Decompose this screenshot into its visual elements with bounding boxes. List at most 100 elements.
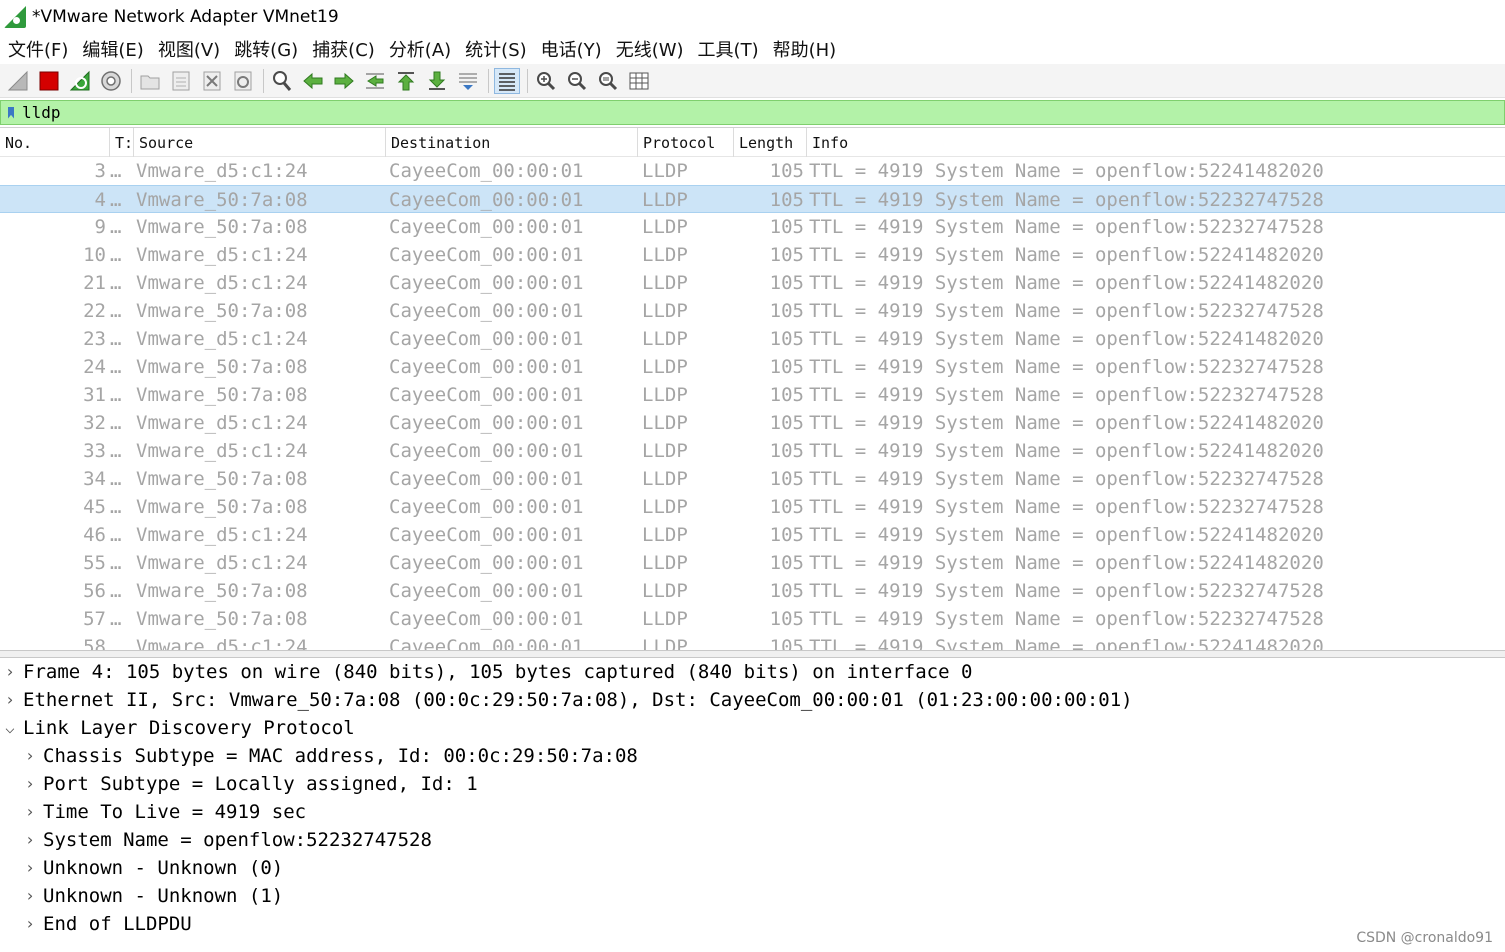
detail-tree-item[interactable]: › Chassis Subtype = MAC address, Id: 00:0…: [0, 742, 1505, 770]
chevron-right-icon[interactable]: ›: [22, 826, 38, 854]
packet-source: Vmware_50:7a:08: [136, 356, 308, 378]
packet-source: Vmware_50:7a:08: [136, 216, 308, 238]
packet-row[interactable]: 31… Vmware_50:7a:08 CayeeCom_00:00:01 LLDP 1…: [0, 381, 1505, 409]
packet-destination: CayeeCom_00:00:01: [389, 496, 584, 518]
detail-tree-item[interactable]: › End of LLDPDU: [0, 910, 1505, 938]
chevron-right-icon[interactable]: ›: [22, 742, 38, 770]
menu-view[interactable]: 视图(V): [152, 36, 228, 62]
packet-length: 105: [769, 412, 804, 434]
detail-tree-label: Frame 4: 105 bytes on wire (840 bits), 1…: [23, 661, 973, 683]
colorize-icon[interactable]: [494, 67, 520, 94]
capture-options-icon[interactable]: [98, 68, 124, 94]
packet-row[interactable]: 56… Vmware_50:7a:08 CayeeCom_00:00:01 LLDP 1…: [0, 577, 1505, 605]
menu-statistics[interactable]: 统计(S): [459, 36, 534, 62]
go-forward-icon[interactable]: [331, 68, 357, 94]
resize-columns-icon[interactable]: [626, 68, 652, 94]
packet-length: 105: [769, 384, 804, 406]
packet-protocol: LLDP: [642, 580, 688, 602]
detail-tree-item[interactable]: › Ethernet II, Src: Vmware_50:7a:08 (00:0…: [0, 686, 1505, 714]
packet-destination: CayeeCom_00:00:01: [389, 244, 584, 266]
go-last-packet-icon[interactable]: [424, 68, 450, 94]
shark-fin-start-icon[interactable]: [5, 68, 31, 94]
detail-tree-label: Unknown - Unknown (0): [43, 857, 284, 879]
packet-destination: CayeeCom_00:00:01: [389, 468, 584, 490]
chevron-right-icon[interactable]: ›: [22, 854, 38, 882]
packet-time: …: [110, 440, 122, 462]
packet-row[interactable]: 32… Vmware_d5:c1:24 CayeeCom_00:00:01 LLDP 1…: [0, 409, 1505, 437]
menu-file[interactable]: 文件(F): [2, 36, 76, 62]
auto-scroll-icon[interactable]: [455, 68, 481, 94]
detail-tree-item[interactable]: ⌵ Link Layer Discovery Protocol: [0, 714, 1505, 742]
save-file-icon[interactable]: [168, 68, 194, 94]
detail-tree-item[interactable]: › Time To Live = 4919 sec: [0, 798, 1505, 826]
packet-row[interactable]: 24… Vmware_50:7a:08 CayeeCom_00:00:01 LLDP 1…: [0, 353, 1505, 381]
pane-splitter[interactable]: [0, 650, 1505, 658]
display-filter-input[interactable]: [22, 103, 1422, 122]
packet-row[interactable]: 23… Vmware_d5:c1:24 CayeeCom_00:00:01 LLDP 1…: [0, 325, 1505, 353]
menu-telephony[interactable]: 电话(Y): [535, 36, 610, 62]
open-file-icon[interactable]: [137, 68, 163, 94]
packet-row[interactable]: 21… Vmware_d5:c1:24 CayeeCom_00:00:01 LLDP 1…: [0, 269, 1505, 297]
packet-row[interactable]: 46… Vmware_d5:c1:24 CayeeCom_00:00:01 LLDP 1…: [0, 521, 1505, 549]
restart-capture-icon[interactable]: [67, 68, 93, 94]
packet-time: …: [110, 356, 122, 378]
chevron-right-icon[interactable]: ›: [22, 882, 38, 910]
menu-capture[interactable]: 捕获(C): [306, 36, 383, 62]
packet-source: Vmware_50:7a:08: [136, 384, 308, 406]
column-header-protocol[interactable]: Protocol: [638, 128, 734, 157]
packet-row[interactable]: 55… Vmware_d5:c1:24 CayeeCom_00:00:01 LLDP 1…: [0, 549, 1505, 577]
go-back-icon[interactable]: [300, 68, 326, 94]
detail-tree-item[interactable]: › Port Subtype = Locally assigned, Id: 1: [0, 770, 1505, 798]
reload-file-icon[interactable]: [230, 68, 256, 94]
menu-edit[interactable]: 编辑(E): [76, 36, 151, 62]
packet-row[interactable]: 45… Vmware_50:7a:08 CayeeCom_00:00:01 LLDP 1…: [0, 493, 1505, 521]
column-header-length[interactable]: Length: [734, 128, 807, 157]
packet-row[interactable]: 22… Vmware_50:7a:08 CayeeCom_00:00:01 LLDP 1…: [0, 297, 1505, 325]
packet-row[interactable]: 57… Vmware_50:7a:08 CayeeCom_00:00:01 LLDP 1…: [0, 605, 1505, 633]
packet-number: 34: [83, 468, 106, 490]
packet-source: Vmware_d5:c1:24: [136, 272, 308, 294]
detail-tree-item[interactable]: › Unknown - Unknown (0): [0, 854, 1505, 882]
chevron-right-icon[interactable]: ›: [22, 770, 38, 798]
packet-row[interactable]: 10… Vmware_d5:c1:24 CayeeCom_00:00:01 LLDP 1…: [0, 241, 1505, 269]
go-to-packet-icon[interactable]: [362, 68, 388, 94]
packet-row[interactable]: 4… Vmware_50:7a:08 CayeeCom_00:00:01 LLDP 10…: [0, 185, 1505, 213]
chevron-right-icon[interactable]: ›: [2, 686, 18, 714]
zoom-in-icon[interactable]: [533, 68, 559, 94]
menu-tools[interactable]: 工具(T): [692, 36, 767, 62]
column-header-time[interactable]: T:: [110, 128, 134, 157]
go-first-packet-icon[interactable]: [393, 68, 419, 94]
detail-tree-item[interactable]: › Unknown - Unknown (1): [0, 882, 1505, 910]
packet-row[interactable]: 3… Vmware_d5:c1:24 CayeeCom_00:00:01 LLDP 10…: [0, 157, 1505, 185]
detail-tree-item[interactable]: › System Name = openflow:52232747528: [0, 826, 1505, 854]
packet-destination: CayeeCom_00:00:01: [389, 272, 584, 294]
chevron-right-icon[interactable]: ›: [22, 910, 38, 938]
normal-size-icon[interactable]: [595, 68, 621, 94]
packet-source: Vmware_d5:c1:24: [136, 524, 308, 546]
toolbar-separator: [131, 68, 132, 93]
menu-wireless[interactable]: 无线(W): [610, 36, 692, 62]
zoom-out-icon[interactable]: [564, 68, 590, 94]
chevron-right-icon[interactable]: ›: [22, 798, 38, 826]
menu-help[interactable]: 帮助(H): [767, 36, 845, 62]
column-header-no[interactable]: No.: [0, 128, 110, 157]
packet-row[interactable]: 9… Vmware_50:7a:08 CayeeCom_00:00:01 LLDP 10…: [0, 213, 1505, 241]
toolbar-separator: [488, 68, 489, 93]
packet-row[interactable]: 33… Vmware_d5:c1:24 CayeeCom_00:00:01 LLDP 1…: [0, 437, 1505, 465]
column-header-info[interactable]: Info: [807, 128, 1505, 157]
detail-tree-item[interactable]: › Frame 4: 105 bytes on wire (840 bits), …: [0, 658, 1505, 686]
column-header-source[interactable]: Source: [134, 128, 386, 157]
chevron-down-icon[interactable]: ⌵: [2, 714, 18, 742]
menu-analyze[interactable]: 分析(A): [383, 36, 459, 62]
menu-go[interactable]: 跳转(G): [228, 36, 306, 62]
chevron-right-icon[interactable]: ›: [2, 658, 18, 686]
packet-list-header: No. T: Source Destination Protocol Lengt…: [0, 127, 1505, 157]
filter-bookmark-icon[interactable]: [4, 103, 18, 123]
packet-row[interactable]: 58 … Vmware_d5:c1:24 CayeeCom_00:00:01 LLDP 1…: [0, 633, 1505, 650]
packet-destination: CayeeCom_00:00:01: [389, 300, 584, 322]
close-file-icon[interactable]: [199, 68, 225, 94]
stop-capture-icon[interactable]: [36, 68, 62, 94]
find-packet-icon[interactable]: [269, 68, 295, 94]
column-header-destination[interactable]: Destination: [386, 128, 638, 157]
packet-row[interactable]: 34… Vmware_50:7a:08 CayeeCom_00:00:01 LLDP 1…: [0, 465, 1505, 493]
